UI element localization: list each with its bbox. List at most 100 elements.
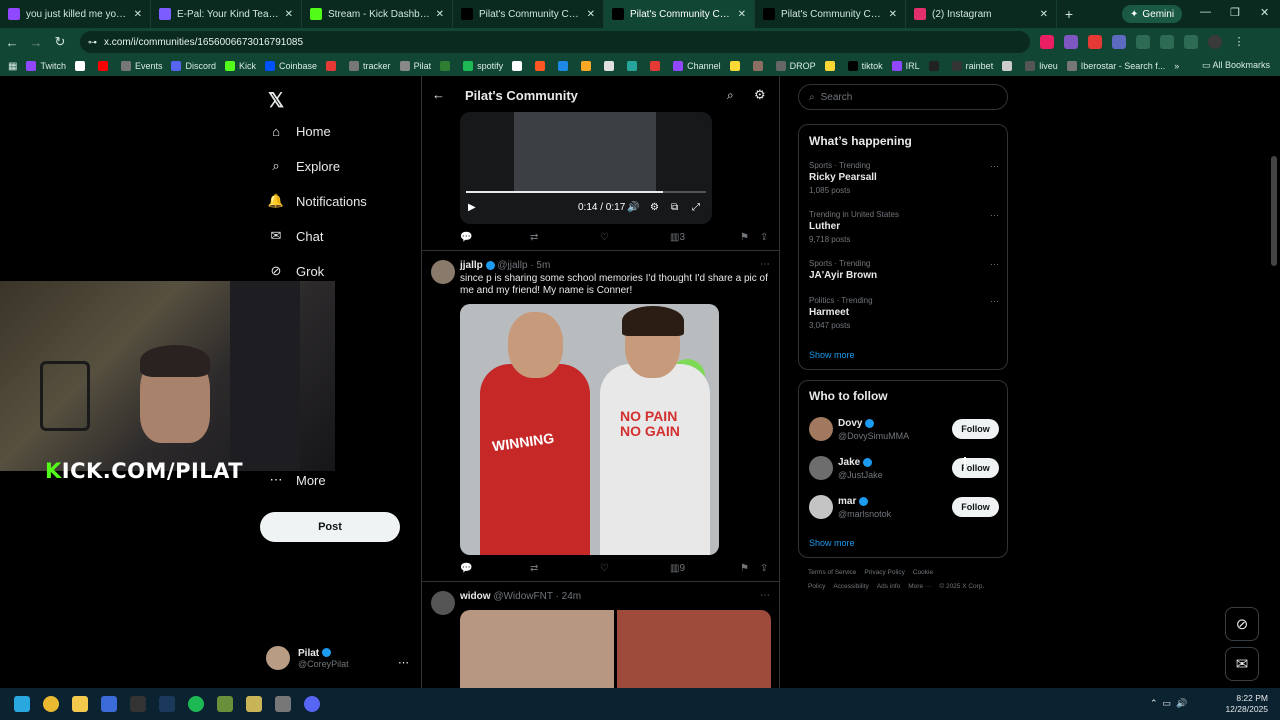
- close-icon[interactable]: ✕: [436, 9, 444, 20]
- file-explorer-icon[interactable]: [72, 696, 88, 712]
- browser-tab[interactable]: Stream - Kick Dashboard ✕: [302, 0, 453, 28]
- close-icon[interactable]: ✕: [738, 9, 746, 20]
- follow-suggestion[interactable]: mar @marlsnotok Follow: [809, 495, 999, 521]
- share-icon[interactable]: ⇪: [760, 563, 768, 574]
- more-dots-icon[interactable]: ⋯: [990, 296, 999, 307]
- bookmark-item[interactable]: IRL: [891, 61, 920, 71]
- maximize-button[interactable]: ❐: [1230, 6, 1240, 19]
- bookmark-item[interactable]: [512, 61, 526, 71]
- more-dots-icon[interactable]: ⋯: [990, 161, 999, 172]
- app-icon[interactable]: [101, 696, 117, 712]
- browser-tab[interactable]: you just killed me you - Twitch✕: [0, 0, 151, 28]
- volume-icon[interactable]: 🔊: [627, 202, 639, 213]
- kebab-menu-icon[interactable]: ⋮: [1232, 35, 1246, 49]
- bookmark-item[interactable]: [558, 61, 572, 71]
- browser-tab[interactable]: (2) Instagram ✕: [906, 0, 1057, 28]
- grok-icon[interactable]: ⊘: [1225, 607, 1259, 641]
- tweet-photos[interactable]: [460, 610, 771, 688]
- sidepanel-icon[interactable]: [1160, 35, 1174, 49]
- views-icon[interactable]: ▥ 9: [670, 563, 685, 574]
- apps-icon[interactable]: ▦: [8, 61, 17, 72]
- bookmark-item[interactable]: [604, 61, 618, 71]
- trend-item[interactable]: Trending in United States Luther 9,718 pos…: [809, 210, 999, 244]
- reload-icon[interactable]: ↻: [48, 34, 72, 50]
- bookmark-item[interactable]: [1002, 61, 1016, 71]
- like-icon[interactable]: ♡: [600, 232, 609, 243]
- bookmark-item[interactable]: [824, 61, 839, 71]
- bookmark-item[interactable]: rainbet: [951, 61, 993, 71]
- bookmark-item[interactable]: liveu: [1025, 61, 1058, 71]
- minecraft-icon[interactable]: [217, 696, 233, 712]
- forward-icon[interactable]: →: [24, 35, 48, 50]
- footer-link[interactable]: © 2025 X Corp.: [939, 583, 984, 590]
- nav-item-mail[interactable]: ✉ Chat: [268, 228, 324, 244]
- nav-item-grok[interactable]: ⊘ Grok: [268, 263, 325, 279]
- avatar[interactable]: [431, 591, 455, 615]
- video-progress-bar[interactable]: [466, 191, 706, 193]
- browser-tab[interactable]: Pilat's Community Community✕: [453, 0, 604, 28]
- show-more-link[interactable]: Show more: [809, 538, 855, 548]
- search-input[interactable]: ⌕ Search: [798, 84, 1008, 110]
- video-player[interactable]: ▶ 0:14 / 0:17 🔊 ⚙ ⧉ ⤢: [460, 112, 712, 224]
- reply-icon[interactable]: 💬: [460, 232, 472, 243]
- subtitles-icon[interactable]: ⧉: [671, 202, 678, 213]
- bookmark-item[interactable]: Pilat: [399, 61, 431, 71]
- trend-item[interactable]: Sports · Trending JA'Ayir Brown ⋯: [809, 259, 999, 284]
- minimize-button[interactable]: —: [1200, 6, 1211, 18]
- close-icon[interactable]: ✕: [587, 9, 595, 20]
- tweet-author[interactable]: widow: [460, 591, 491, 602]
- more-dots-icon[interactable]: ⋯: [760, 590, 770, 601]
- repost-icon[interactable]: ⇄: [530, 563, 538, 574]
- windows-start-icon[interactable]: [14, 696, 30, 712]
- settings-icon[interactable]: ⚙: [650, 202, 659, 213]
- footer-link[interactable]: More ···: [908, 583, 931, 590]
- bookmark-item[interactable]: Twitch: [26, 61, 66, 71]
- nav-item-more[interactable]: ⋯ More: [268, 472, 326, 488]
- footer-link[interactable]: Ads info: [877, 583, 901, 590]
- bookmark-item[interactable]: tracker: [349, 61, 391, 71]
- more-dots-icon[interactable]: ⋯: [990, 210, 999, 221]
- post-button[interactable]: Post: [260, 512, 400, 542]
- reply-icon[interactable]: 💬: [460, 563, 472, 574]
- follow-button[interactable]: Follow: [952, 497, 999, 517]
- bookmark-item[interactable]: Kick: [225, 61, 256, 71]
- bookmark-icon[interactable]: ⚑: [740, 232, 749, 243]
- more-dots-icon[interactable]: ⋯: [398, 656, 409, 669]
- extension-icon[interactable]: [1040, 35, 1054, 49]
- play-icon[interactable]: ▶: [468, 202, 476, 213]
- nav-item-search[interactable]: ⌕ Explore: [268, 158, 340, 174]
- close-icon[interactable]: ✕: [134, 9, 142, 20]
- bookmark-item[interactable]: [97, 61, 112, 71]
- trend-item[interactable]: Politics · Trending Harmeet 3,047 posts ⋯: [809, 296, 999, 330]
- close-window-button[interactable]: ✕: [1260, 6, 1269, 19]
- avatar[interactable]: [809, 417, 833, 441]
- bookmark-item[interactable]: [581, 61, 595, 71]
- discord-icon[interactable]: [304, 696, 320, 712]
- avatar[interactable]: [1208, 35, 1222, 49]
- bookmark-item[interactable]: spotify: [463, 61, 503, 71]
- extension-icon[interactable]: [1112, 35, 1126, 49]
- more-dots-icon[interactable]: ⋯: [990, 259, 999, 270]
- bookmark-item[interactable]: [650, 61, 664, 71]
- gear-icon[interactable]: ⚙: [754, 87, 766, 103]
- bookmark-item[interactable]: [74, 61, 89, 71]
- repost-icon[interactable]: ⇄: [530, 232, 538, 243]
- chevron-right-icon[interactable]: »: [1174, 61, 1179, 71]
- x-logo-icon[interactable]: 𝕏: [268, 88, 284, 113]
- system-tray-icons[interactable]: ⌃ ▭ 🔊: [1150, 698, 1187, 709]
- like-icon[interactable]: ♡: [600, 563, 609, 574]
- tweet-author[interactable]: jjallp: [460, 260, 483, 271]
- follow-button[interactable]: Follow: [952, 458, 999, 478]
- back-icon[interactable]: ←: [0, 35, 24, 50]
- app-icon[interactable]: [246, 696, 262, 712]
- bookmark-item[interactable]: Coinbase: [265, 61, 317, 71]
- views-icon[interactable]: ▥ 3: [670, 232, 685, 243]
- bookmark-item[interactable]: [729, 61, 744, 71]
- bookmark-item[interactable]: DROP: [775, 61, 816, 71]
- bookmark-item[interactable]: tiktok: [847, 61, 883, 71]
- media-icon[interactable]: [1184, 35, 1198, 49]
- avatar[interactable]: [809, 456, 833, 480]
- scrollbar[interactable]: [1271, 156, 1277, 266]
- browser-tab[interactable]: E-Pal: Your Kind Teammates✕: [151, 0, 302, 28]
- gemini-button[interactable]: ✦ Gemini: [1122, 5, 1183, 23]
